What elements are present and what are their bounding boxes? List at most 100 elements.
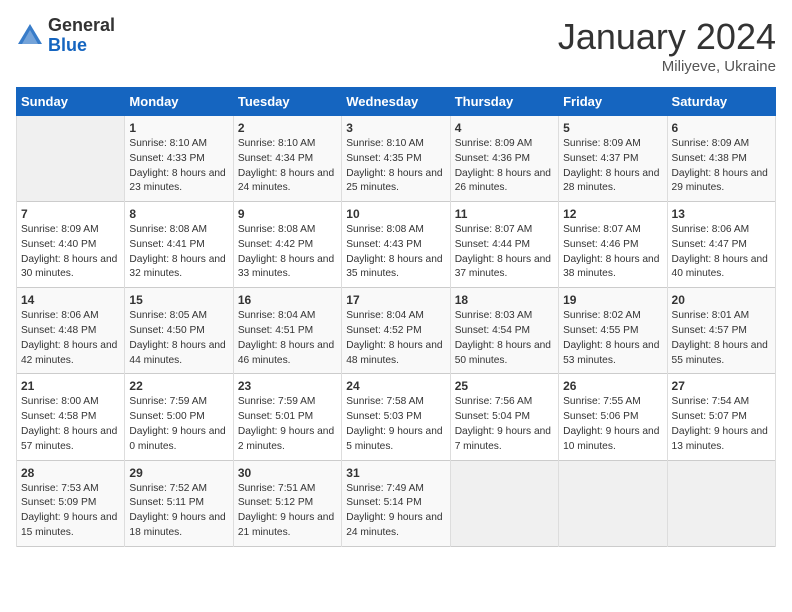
day-info: Sunrise: 8:08 AMSunset: 4:42 PMDaylight:… xyxy=(238,223,337,282)
week-row-1: 1 Sunrise: 8:10 AMSunset: 4:33 PMDaylight… xyxy=(17,116,776,202)
day-number: 2 xyxy=(238,121,337,135)
day-info: Sunrise: 7:55 AMSunset: 5:06 PMDaylight:… xyxy=(563,395,662,454)
day-info: Sunrise: 8:04 AMSunset: 4:51 PMDaylight:… xyxy=(238,309,337,368)
day-number: 19 xyxy=(563,293,662,307)
day-cell: 25 Sunrise: 7:56 AMSunset: 5:04 PMDayligh… xyxy=(450,374,558,460)
day-number: 3 xyxy=(346,121,445,135)
day-cell xyxy=(667,460,775,546)
day-number: 21 xyxy=(21,379,120,393)
day-info: Sunrise: 7:54 AMSunset: 5:07 PMDaylight:… xyxy=(672,395,771,454)
day-info: Sunrise: 8:09 AMSunset: 4:38 PMDaylight:… xyxy=(672,137,771,196)
calendar-table: SundayMondayTuesdayWednesdayThursdayFrid… xyxy=(16,87,776,547)
day-cell: 6 Sunrise: 8:09 AMSunset: 4:38 PMDaylight… xyxy=(667,116,775,202)
day-number: 20 xyxy=(672,293,771,307)
day-number: 30 xyxy=(238,466,337,480)
day-cell: 23Sunrise: 7:59 AMSunset: 5:01 PMDayligh… xyxy=(233,374,341,460)
day-number: 26 xyxy=(563,379,662,393)
day-cell: 24Sunrise: 7:58 AMSunset: 5:03 PMDayligh… xyxy=(342,374,450,460)
day-info: Sunrise: 8:07 AMSunset: 4:46 PMDaylight:… xyxy=(563,223,662,282)
day-cell: 15Sunrise: 8:05 AMSunset: 4:50 PMDayligh… xyxy=(125,288,233,374)
day-info: Sunrise: 7:51 AMSunset: 5:12 PMDaylight:… xyxy=(238,482,337,541)
day-info: Sunrise: 8:08 AMSunset: 4:41 PMDaylight:… xyxy=(129,223,228,282)
day-cell: 19Sunrise: 8:02 AMSunset: 4:55 PMDayligh… xyxy=(559,288,667,374)
day-info: Sunrise: 8:01 AMSunset: 4:57 PMDaylight:… xyxy=(672,309,771,368)
day-info: Sunrise: 7:53 AMSunset: 5:09 PMDaylight:… xyxy=(21,482,120,541)
day-info: Sunrise: 7:58 AMSunset: 5:03 PMDaylight:… xyxy=(346,395,445,454)
col-header-tuesday: Tuesday xyxy=(233,88,341,116)
day-info: Sunrise: 8:07 AMSunset: 4:44 PMDaylight:… xyxy=(455,223,554,282)
calendar-header-row: SundayMondayTuesdayWednesdayThursdayFrid… xyxy=(17,88,776,116)
col-header-thursday: Thursday xyxy=(450,88,558,116)
day-number: 6 xyxy=(672,121,771,135)
day-number: 29 xyxy=(129,466,228,480)
week-row-2: 7 Sunrise: 8:09 AMSunset: 4:40 PMDaylight… xyxy=(17,202,776,288)
logo-icon xyxy=(16,22,44,50)
col-header-monday: Monday xyxy=(125,88,233,116)
day-cell: 3 Sunrise: 8:10 AMSunset: 4:35 PMDaylight… xyxy=(342,116,450,202)
day-info: Sunrise: 8:10 AMSunset: 4:35 PMDaylight:… xyxy=(346,137,445,196)
day-number: 4 xyxy=(455,121,554,135)
day-number: 23 xyxy=(238,379,337,393)
col-header-friday: Friday xyxy=(559,88,667,116)
day-number: 1 xyxy=(129,121,228,135)
logo-general-text: General xyxy=(48,15,115,35)
day-cell: 22Sunrise: 7:59 AMSunset: 5:00 PMDayligh… xyxy=(125,374,233,460)
week-row-4: 21 Sunrise: 8:00 AMSunset: 4:58 PMDayligh… xyxy=(17,374,776,460)
day-number: 27 xyxy=(672,379,771,393)
day-info: Sunrise: 8:10 AMSunset: 4:33 PMDaylight:… xyxy=(129,137,228,196)
day-cell: 27 Sunrise: 7:54 AMSunset: 5:07 PMDayligh… xyxy=(667,374,775,460)
day-cell: 14Sunrise: 8:06 AMSunset: 4:48 PMDayligh… xyxy=(17,288,125,374)
day-cell: 8 Sunrise: 8:08 AMSunset: 4:41 PMDaylight… xyxy=(125,202,233,288)
day-info: Sunrise: 8:10 AMSunset: 4:34 PMDaylight:… xyxy=(238,137,337,196)
day-cell: 11 Sunrise: 8:07 AMSunset: 4:44 PMDayligh… xyxy=(450,202,558,288)
day-number: 8 xyxy=(129,207,228,221)
col-header-wednesday: Wednesday xyxy=(342,88,450,116)
week-row-3: 14Sunrise: 8:06 AMSunset: 4:48 PMDayligh… xyxy=(17,288,776,374)
day-info: Sunrise: 8:00 AMSunset: 4:58 PMDaylight:… xyxy=(21,395,120,454)
day-info: Sunrise: 8:09 AMSunset: 4:40 PMDaylight:… xyxy=(21,223,120,282)
day-number: 11 xyxy=(455,207,554,221)
day-info: Sunrise: 7:52 AMSunset: 5:11 PMDaylight:… xyxy=(129,482,228,541)
day-number: 25 xyxy=(455,379,554,393)
month-title: January 2024 xyxy=(558,16,776,58)
day-number: 10 xyxy=(346,207,445,221)
day-cell: 17Sunrise: 8:04 AMSunset: 4:52 PMDayligh… xyxy=(342,288,450,374)
day-number: 15 xyxy=(129,293,228,307)
day-cell: 20 Sunrise: 8:01 AMSunset: 4:57 PMDayligh… xyxy=(667,288,775,374)
day-cell: 28 Sunrise: 7:53 AMSunset: 5:09 PMDayligh… xyxy=(17,460,125,546)
day-cell: 18Sunrise: 8:03 AMSunset: 4:54 PMDayligh… xyxy=(450,288,558,374)
day-number: 12 xyxy=(563,207,662,221)
day-info: Sunrise: 8:06 AMSunset: 4:47 PMDaylight:… xyxy=(672,223,771,282)
day-info: Sunrise: 8:09 AMSunset: 4:37 PMDaylight:… xyxy=(563,137,662,196)
day-info: Sunrise: 7:49 AMSunset: 5:14 PMDaylight:… xyxy=(346,482,445,541)
day-number: 17 xyxy=(346,293,445,307)
day-cell: 12 Sunrise: 8:07 AMSunset: 4:46 PMDayligh… xyxy=(559,202,667,288)
day-info: Sunrise: 7:56 AMSunset: 5:04 PMDaylight:… xyxy=(455,395,554,454)
day-number: 9 xyxy=(238,207,337,221)
day-number: 18 xyxy=(455,293,554,307)
day-cell xyxy=(450,460,558,546)
day-number: 13 xyxy=(672,207,771,221)
day-cell: 26 Sunrise: 7:55 AMSunset: 5:06 PMDayligh… xyxy=(559,374,667,460)
day-info: Sunrise: 8:06 AMSunset: 4:48 PMDaylight:… xyxy=(21,309,120,368)
page-header: General Blue January 2024 Miliyeve, Ukra… xyxy=(16,16,776,75)
title-block: January 2024 Miliyeve, Ukraine xyxy=(558,16,776,75)
day-cell: 1 Sunrise: 8:10 AMSunset: 4:33 PMDaylight… xyxy=(125,116,233,202)
day-info: Sunrise: 8:09 AMSunset: 4:36 PMDaylight:… xyxy=(455,137,554,196)
day-cell: 9 Sunrise: 8:08 AMSunset: 4:42 PMDaylight… xyxy=(233,202,341,288)
day-cell: 5Sunrise: 8:09 AMSunset: 4:37 PMDaylight… xyxy=(559,116,667,202)
col-header-sunday: Sunday xyxy=(17,88,125,116)
day-number: 31 xyxy=(346,466,445,480)
location-subtitle: Miliyeve, Ukraine xyxy=(558,58,776,75)
day-cell: 10Sunrise: 8:08 AMSunset: 4:43 PMDayligh… xyxy=(342,202,450,288)
logo: General Blue xyxy=(16,16,115,56)
day-cell xyxy=(559,460,667,546)
week-row-5: 28 Sunrise: 7:53 AMSunset: 5:09 PMDayligh… xyxy=(17,460,776,546)
day-cell: 4 Sunrise: 8:09 AMSunset: 4:36 PMDaylight… xyxy=(450,116,558,202)
day-number: 28 xyxy=(21,466,120,480)
day-cell: 13 Sunrise: 8:06 AMSunset: 4:47 PMDayligh… xyxy=(667,202,775,288)
logo-blue-text: Blue xyxy=(48,35,87,55)
day-number: 7 xyxy=(21,207,120,221)
day-cell: 2 Sunrise: 8:10 AMSunset: 4:34 PMDaylight… xyxy=(233,116,341,202)
day-cell: 7 Sunrise: 8:09 AMSunset: 4:40 PMDaylight… xyxy=(17,202,125,288)
